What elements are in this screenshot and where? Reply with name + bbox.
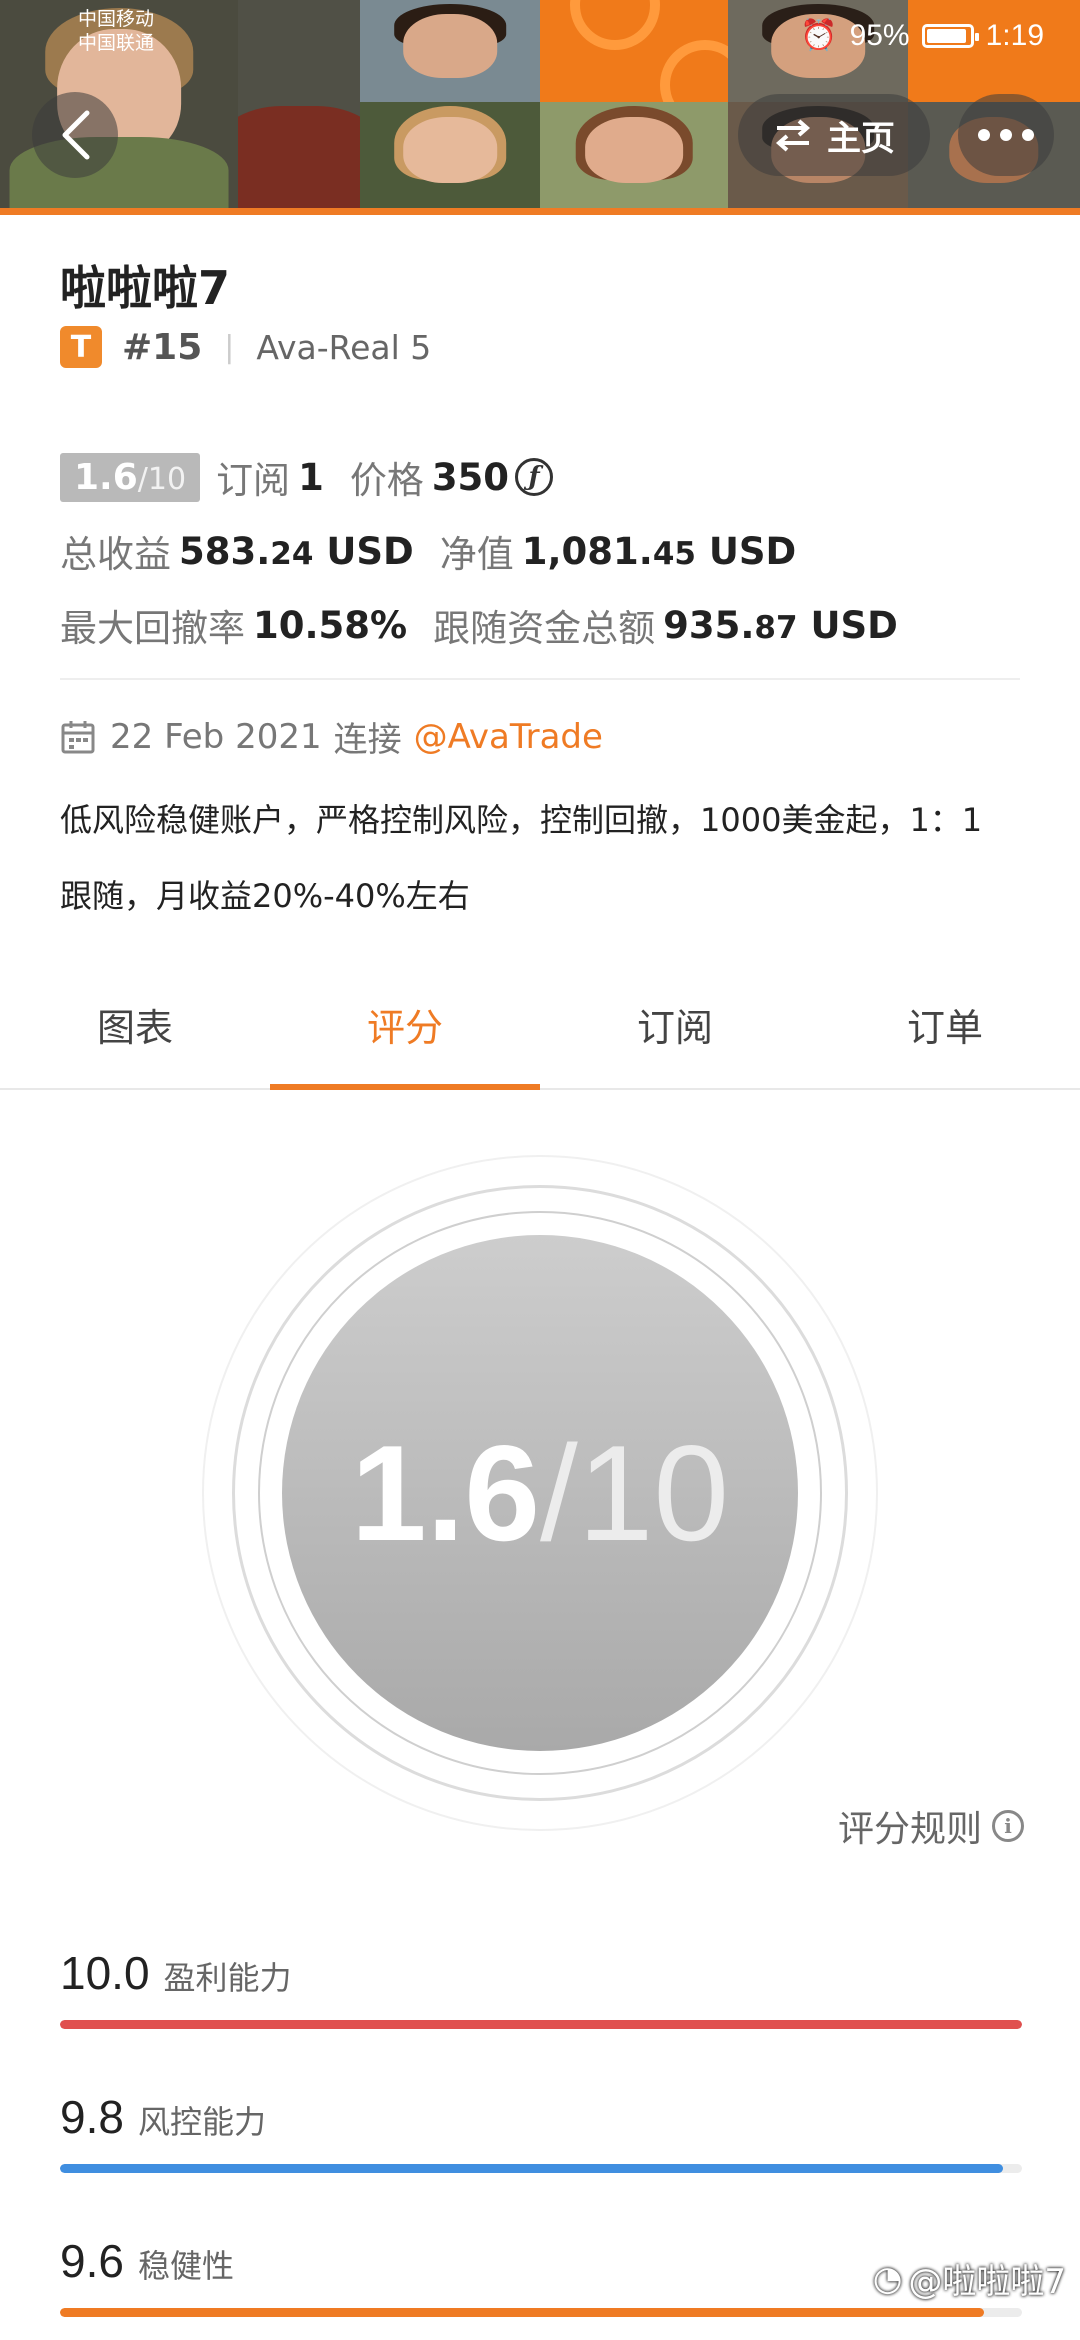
watermark-text: @啦啦啦7 [908, 2262, 1066, 2302]
more-dot-icon [1022, 129, 1034, 141]
home-button[interactable]: 主页 [738, 94, 930, 176]
subscribe-label: 订阅 [216, 459, 291, 502]
total-profit-value: 583.24 USD [179, 529, 414, 573]
follow-total-value: 935.87 USD [663, 603, 898, 647]
avatar-tile [360, 102, 540, 208]
status-bar-right: ⏰ 95% 1:19 [800, 18, 1044, 53]
section-divider [60, 678, 1020, 680]
max-drawdown-label: 最大回撤率 [60, 607, 245, 650]
stats-block: 1.6/10 订阅 1 价格 350 ƒ 总收益 583.24 USD 净值 1… [60, 440, 898, 662]
metric-profitability: 10.0 盈利能力 [60, 1946, 1022, 2029]
more-button[interactable] [958, 94, 1054, 176]
back-button[interactable] [32, 92, 118, 178]
score-value: 1.6 [350, 1417, 540, 1569]
price-value: 350 [431, 455, 510, 499]
tab-rating[interactable]: 评分 [270, 960, 540, 1090]
metric-bar-track [60, 2164, 1022, 2173]
metric-value: 9.6 [60, 2235, 124, 2287]
status-bar-left: 中国移动 中国联通 [78, 8, 154, 56]
metric-name: 风控能力 [137, 2103, 266, 2141]
avatar-tile [360, 0, 540, 102]
account-description: 低风险稳健账户，严格控制风险，控制回撤，1000美金起，1：1 跟随，月收益20… [60, 801, 983, 915]
rating-rules-label: 评分规则 [837, 1809, 982, 1850]
page-title: 啦啦啦7 [60, 261, 231, 315]
carrier-2: 中国联通 [78, 33, 155, 54]
coin-icon: ƒ [515, 458, 554, 496]
swap-icon [775, 119, 811, 152]
stats-line-3: 最大回撤率 10.58% 跟随资金总额 935.87 USD [60, 588, 898, 662]
metric-name: 稳健性 [137, 2247, 234, 2285]
calendar-icon [61, 720, 95, 753]
battery-percent: 95% [849, 18, 910, 52]
carrier-1: 中国移动 [78, 9, 155, 30]
connect-label: 连接 [333, 720, 402, 760]
tab-subscription[interactable]: 订阅 [540, 960, 810, 1088]
metric-value: 9.8 [60, 2091, 124, 2143]
more-dot-icon [1000, 129, 1012, 141]
stats-line-2: 总收益 583.24 USD 净值 1,081.45 USD [60, 514, 898, 588]
trader-badge: T [60, 326, 102, 368]
metric-bar-track [60, 2020, 1022, 2029]
home-label: 主页 [827, 118, 895, 159]
connect-date: 22 Feb 2021 [110, 716, 322, 757]
clock: 1:19 [985, 18, 1044, 52]
metric-bar-fill [60, 2308, 984, 2317]
rank-value: #15 [122, 326, 203, 368]
alarm-icon: ⏰ [800, 19, 838, 52]
max-drawdown-value: 10.58% [253, 603, 408, 647]
follow-total-label: 跟随资金总额 [433, 607, 656, 650]
weibo-icon: ◔ [872, 2258, 903, 2299]
tab-chart[interactable]: 图表 [0, 960, 270, 1088]
battery-icon [921, 23, 979, 48]
price-label: 价格 [349, 459, 424, 502]
total-profit-label: 总收益 [60, 533, 171, 576]
net-value-value: 1,081.45 USD [521, 529, 797, 573]
tab-bar: 图表 评分 订阅 订单 [0, 960, 1080, 1090]
connection-row: 22 Feb 2021 连接 @AvaTrade [60, 712, 603, 761]
server-name: Ava-Real 5 [256, 327, 432, 367]
subscribe-value: 1 [298, 455, 324, 499]
header-banner: 中国移动 中国联通 ⏰ 95% 1:19 主页 [0, 0, 1080, 215]
metric-bar-fill [60, 2164, 1003, 2173]
more-dot-icon [978, 129, 990, 141]
score-max: /10 [540, 1417, 730, 1569]
rating-rules-link[interactable]: 评分规则 i [838, 1800, 1024, 1852]
banner-stripe [0, 208, 1080, 215]
metric-name: 盈利能力 [163, 1959, 292, 1997]
info-icon: i [992, 1810, 1024, 1842]
tab-orders[interactable]: 订单 [810, 960, 1080, 1088]
metric-risk-control: 9.8 风控能力 [60, 2090, 1022, 2173]
avatar-tile [540, 102, 728, 208]
score-chip: 1.6/10 [60, 452, 201, 502]
pattern-tile [540, 0, 728, 102]
score-disc: 1.6/10 [282, 1235, 798, 1751]
metric-bar-fill [60, 2020, 1022, 2029]
net-value-label: 净值 [439, 533, 514, 576]
chevron-left-icon [62, 110, 90, 160]
stats-line-1: 1.6/10 订阅 1 价格 350 ƒ [60, 440, 898, 514]
metric-bar-track [60, 2308, 1022, 2317]
watermark: ◔ @啦啦啦7 [873, 2254, 1066, 2303]
metric-value: 10.0 [60, 1947, 150, 1999]
rank-row: T #15 | Ava-Real 5 [60, 326, 431, 368]
avatar-tile [238, 0, 360, 208]
divider-bar: | [224, 329, 235, 365]
broker-link[interactable]: @AvaTrade [414, 717, 603, 757]
